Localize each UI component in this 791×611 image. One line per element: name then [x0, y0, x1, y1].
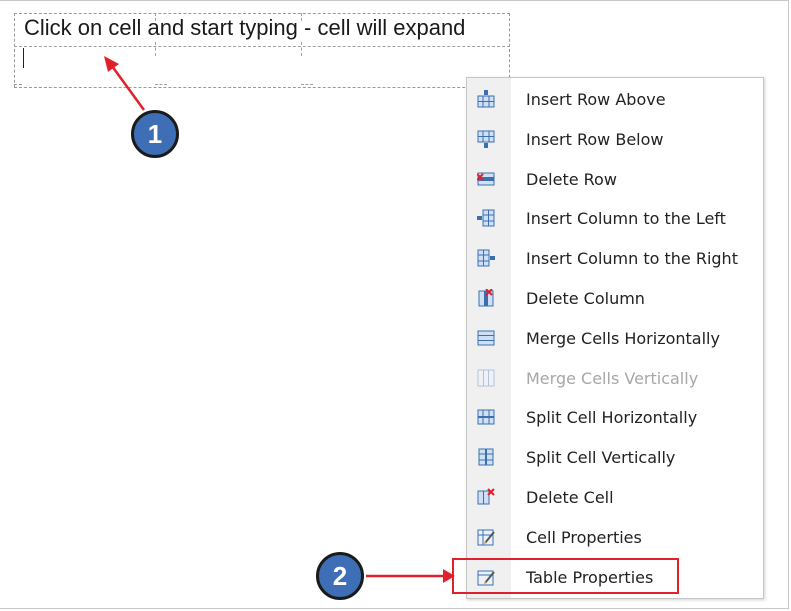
menu-item-label: Insert Column to the Right — [526, 249, 738, 269]
step-badge-2: 2 — [316, 552, 364, 600]
split-cell-horizontal-icon — [477, 408, 495, 426]
insert-column-left-icon — [477, 209, 495, 227]
table-divider — [14, 84, 22, 85]
table-divider — [301, 84, 313, 85]
text-caret — [23, 48, 24, 68]
menu-item-label: Delete Cell — [526, 488, 614, 507]
table-properties-highlight — [452, 558, 679, 594]
insert-row-below-icon — [477, 130, 495, 148]
menu-item-merge-cells-vertically: Merge Cells Vertically — [467, 358, 763, 398]
menu-item-label: Merge Cells Horizontally — [526, 328, 720, 348]
menu-item-delete-column[interactable]: Delete Column — [467, 278, 763, 318]
menu-item-split-cell-vertically[interactable]: Split Cell Vertically — [467, 437, 763, 477]
insert-row-above-icon — [477, 90, 495, 108]
menu-item-label: Delete Column — [526, 289, 645, 308]
delete-column-icon — [477, 288, 495, 307]
table-context-menu: Insert Row Above Insert Row Below Delete R… — [466, 77, 764, 599]
menu-item-label: Delete Row — [526, 169, 617, 189]
table-cell-text[interactable]: Click on cell and start typing - cell wi… — [24, 15, 465, 41]
menu-item-insert-column-to-the-left[interactable]: Insert Column to the Left — [467, 198, 763, 238]
menu-item-insert-row-above[interactable]: Insert Row Above — [467, 79, 763, 119]
menu-item-label: Insert Row Above — [526, 90, 666, 109]
menu-item-split-cell-horizontally[interactable]: Split Cell Horizontally — [467, 397, 763, 437]
merge-cells-horizontal-icon — [477, 329, 495, 347]
table-divider — [155, 84, 167, 85]
menu-item-label: Split Cell Vertically — [526, 448, 676, 468]
menu-item-cell-properties[interactable]: Cell Properties — [467, 517, 763, 557]
menu-item-label: Cell Properties — [526, 527, 642, 547]
merge-cells-vertical-icon — [477, 369, 495, 387]
insert-column-right-icon — [477, 249, 495, 267]
delete-cell-icon — [477, 488, 495, 506]
table-divider — [14, 46, 510, 47]
menu-item-label: Split Cell Horizontally — [526, 408, 698, 428]
cell-properties-icon — [477, 528, 495, 546]
menu-item-merge-cells-horizontally[interactable]: Merge Cells Horizontally — [467, 318, 763, 358]
menu-item-label: Insert Column to the Left — [526, 209, 726, 229]
menu-item-label: Merge Cells Vertically — [526, 368, 699, 388]
table-divider — [155, 42, 156, 56]
split-cell-vertical-icon — [477, 448, 495, 466]
delete-row-icon — [476, 170, 495, 188]
menu-item-label: Insert Row Below — [526, 129, 664, 149]
menu-item-delete-cell[interactable]: Delete Cell — [467, 477, 763, 517]
table-divider — [301, 42, 302, 56]
menu-item-delete-row[interactable]: Delete Row — [467, 159, 763, 199]
menu-item-insert-row-below[interactable]: Insert Row Below — [467, 119, 763, 159]
step-badge-1: 1 — [131, 110, 179, 158]
menu-item-insert-column-to-the-right[interactable]: Insert Column to the Right — [467, 238, 763, 278]
